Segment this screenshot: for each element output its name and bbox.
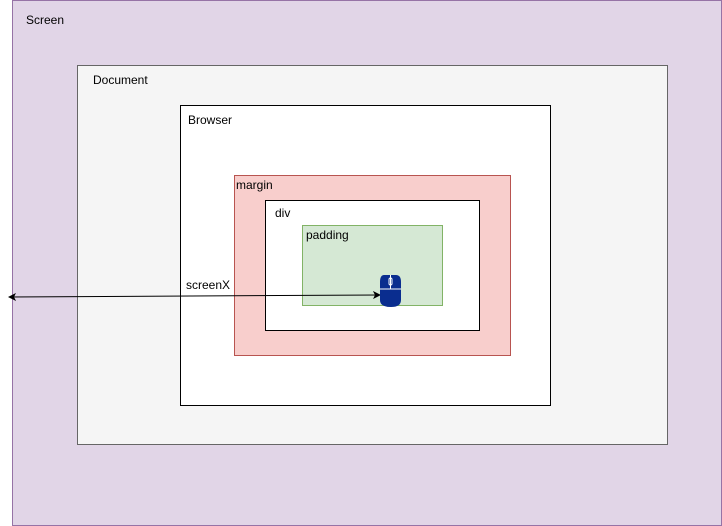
screenx-arrow bbox=[8, 291, 381, 301]
mouse-icon bbox=[380, 275, 401, 307]
diagram-overlay bbox=[8, 275, 401, 307]
